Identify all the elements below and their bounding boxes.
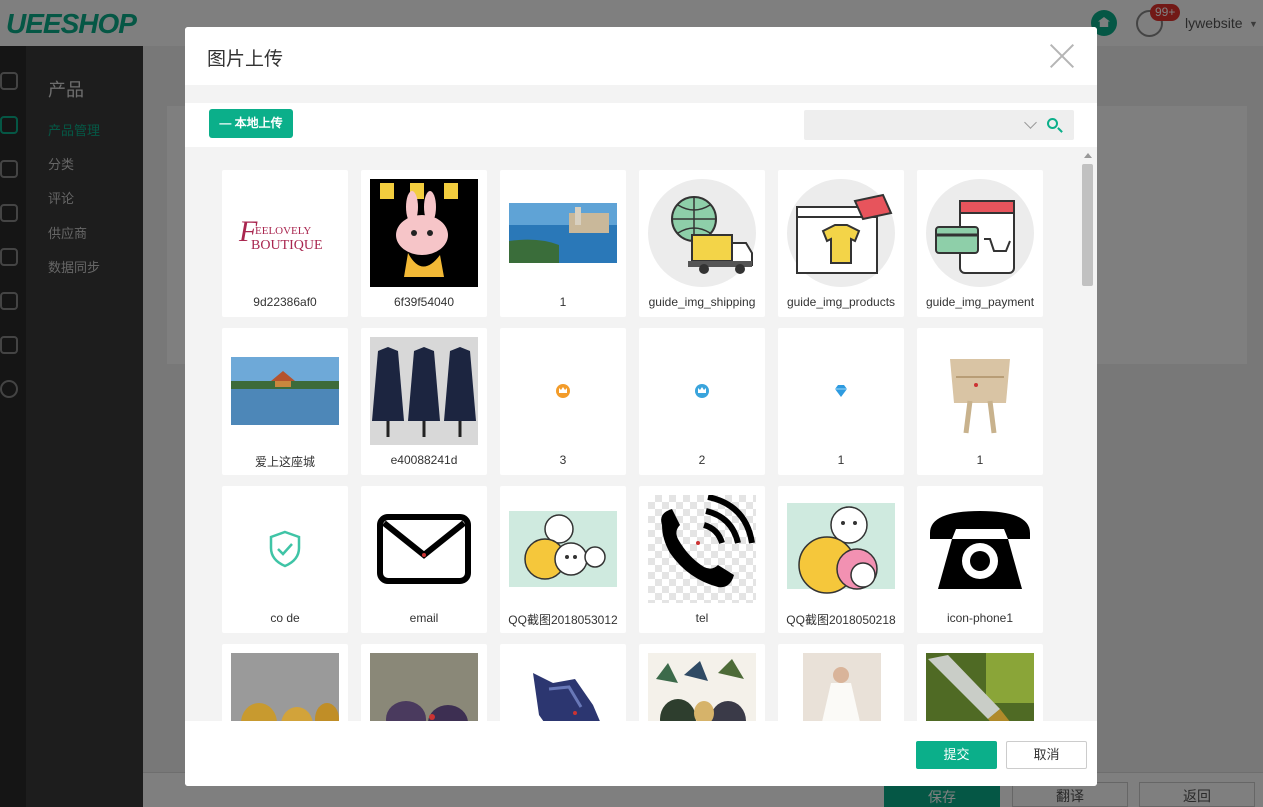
- gallery-scrollbar[interactable]: [1081, 149, 1095, 721]
- image-tile[interactable]: 3: [500, 328, 626, 475]
- local-upload-label: 本地上传: [234, 116, 283, 130]
- image-tile[interactable]: [639, 644, 765, 721]
- image-name: 1: [976, 453, 984, 467]
- ornate-knife-photo: [926, 653, 1034, 721]
- image-name: guide_img_products: [786, 295, 896, 309]
- image-tile[interactable]: guide_img_products: [778, 170, 904, 317]
- purple-dragon-figurines: [370, 653, 478, 721]
- image-tile[interactable]: QQ截图2018053012: [500, 486, 626, 633]
- image-name: 2: [698, 453, 706, 467]
- search-box: [804, 110, 1074, 140]
- image-tile[interactable]: QQ截图2018050218: [778, 486, 904, 633]
- image-name: tel: [695, 611, 709, 625]
- harbour-city-photo: [509, 179, 617, 287]
- image-name: QQ截图2018053012: [508, 613, 618, 627]
- image-tile[interactable]: guide_img_shipping: [639, 170, 765, 317]
- image-tile[interactable]: 6f39f54040: [361, 170, 487, 317]
- image-name: 9d22386af0: [253, 295, 317, 309]
- image-name: icon-phone1: [946, 611, 1014, 625]
- minus-icon: —: [219, 116, 232, 130]
- image-tile[interactable]: [778, 644, 904, 721]
- gold-crown-badge: [509, 337, 617, 445]
- image-tile[interactable]: 爱上这座城: [222, 328, 348, 475]
- image-tile[interactable]: [361, 644, 487, 721]
- phone-ringing-icon: [648, 495, 756, 603]
- palace-lake-photo: [231, 337, 339, 445]
- image-tile[interactable]: tel: [639, 486, 765, 633]
- svg-text:BOUTIQUE: BOUTIQUE: [251, 238, 323, 253]
- image-name: guide_img_shipping: [648, 295, 756, 309]
- local-upload-button[interactable]: — 本地上传: [209, 109, 293, 138]
- cartoon-rabbit-sticker: [370, 179, 478, 287]
- image-name: co de: [270, 611, 300, 625]
- search-icon[interactable]: [1047, 118, 1058, 129]
- shield-check-icon: [231, 495, 339, 603]
- image-name: 1: [559, 295, 567, 309]
- image-tile[interactable]: [917, 644, 1043, 721]
- image-name: 6f39f54040: [393, 295, 455, 309]
- dialog-title: 图片上传: [207, 49, 284, 70]
- image-name: 1: [837, 453, 845, 467]
- cartoon-cats-sticker: [509, 495, 617, 603]
- cancel-button[interactable]: 取消: [1006, 741, 1087, 769]
- image-name: email: [409, 611, 439, 625]
- image-name: guide_img_payment: [925, 295, 1035, 309]
- dialog-footer: 提交 取消: [185, 721, 1097, 786]
- scroll-up-arrow-icon[interactable]: [1084, 153, 1092, 158]
- envelope-icon: [370, 495, 478, 603]
- crystal-figurines: [648, 653, 756, 721]
- close-icon[interactable]: [1049, 43, 1075, 69]
- payment-card-shop: [926, 179, 1034, 287]
- submit-button[interactable]: 提交: [916, 741, 997, 769]
- chevron-down-icon[interactable]: [1024, 116, 1037, 129]
- image-tile[interactable]: icon-phone1: [917, 486, 1043, 633]
- image-name: e40088241d: [390, 453, 458, 467]
- wedding-dress-photo: [787, 653, 895, 721]
- image-upload-dialog: 图片上传 — 本地上传 F EELOVELY BOUTIQUE 9d22386a…: [185, 27, 1097, 786]
- shipping-truck-globe: [648, 179, 756, 287]
- svg-text:EELOVELY: EELOVELY: [255, 225, 311, 237]
- blue-dragon-figurine: [509, 653, 617, 721]
- image-tile[interactable]: 1: [500, 170, 626, 317]
- dialog-toolbar: — 本地上传: [185, 103, 1097, 147]
- products-tshirt-tag: [787, 179, 895, 287]
- dialog-header: 图片上传: [185, 27, 1097, 85]
- image-tile[interactable]: e40088241d: [361, 328, 487, 475]
- search-input[interactable]: [804, 110, 1016, 140]
- image-tile[interactable]: 2: [639, 328, 765, 475]
- blue-crown-badge: [648, 337, 756, 445]
- navy-dresses-photo: [370, 337, 478, 445]
- image-tile[interactable]: email: [361, 486, 487, 633]
- image-gallery: F EELOVELY BOUTIQUE 9d22386af0 6f39f5404…: [185, 147, 1097, 721]
- cartoon-cat-sticker: [787, 495, 895, 603]
- rotary-phone-icon: [926, 495, 1034, 603]
- image-tile[interactable]: 1: [778, 328, 904, 475]
- image-name: 爱上这座城: [254, 455, 315, 469]
- image-tile[interactable]: [500, 644, 626, 721]
- scrollbar-thumb[interactable]: [1082, 164, 1093, 286]
- gold-dragon-figurines: [231, 653, 339, 721]
- image-name: QQ截图2018050218: [786, 613, 896, 627]
- beige-belt-photo: [926, 337, 1034, 445]
- feelovely-boutique-logo: F EELOVELY BOUTIQUE: [231, 179, 339, 287]
- image-name: 3: [559, 453, 567, 467]
- image-tile[interactable]: guide_img_payment: [917, 170, 1043, 317]
- image-tile[interactable]: 1: [917, 328, 1043, 475]
- image-tile[interactable]: co de: [222, 486, 348, 633]
- image-tile[interactable]: [222, 644, 348, 721]
- diamond-badge: [787, 337, 895, 445]
- image-tile[interactable]: F EELOVELY BOUTIQUE 9d22386af0: [222, 170, 348, 317]
